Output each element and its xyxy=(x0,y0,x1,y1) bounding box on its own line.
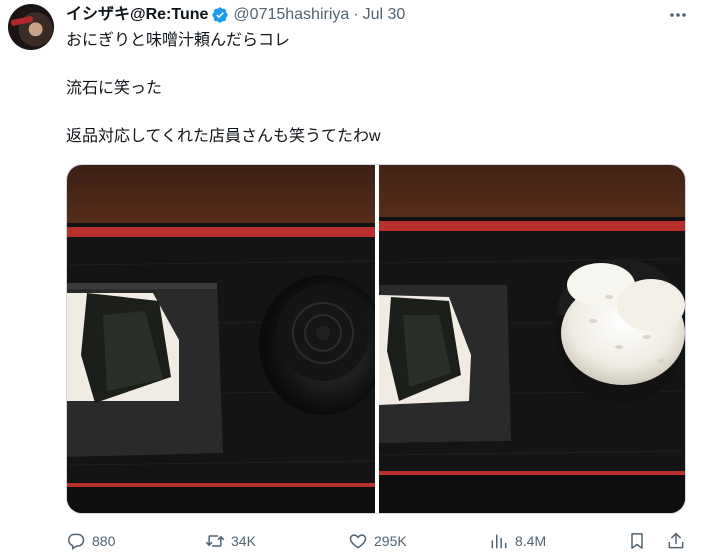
tweet-text-line: 返品対応してくれた店員さんも笑うてたわw xyxy=(66,128,381,145)
tweet-header: イシザキ@Re:Tune @0715hashiriya · Jul 30 xyxy=(66,4,405,26)
avatar[interactable] xyxy=(8,4,54,50)
user-handle[interactable]: @0715hashiriya xyxy=(233,4,349,26)
photo-onigiri-and-soup[interactable] xyxy=(67,165,375,513)
like-button[interactable]: 295K xyxy=(348,528,407,554)
share-icon xyxy=(668,532,684,549)
reply-count: 880 xyxy=(92,533,116,549)
tweet-media xyxy=(66,164,686,514)
display-name[interactable]: イシザキ@Re:Tune xyxy=(66,4,208,26)
tweet-text-line: おにぎりと味噌汁頼んだらコレ xyxy=(66,32,291,49)
reply-button[interactable]: 880 xyxy=(66,528,115,554)
verified-badge-icon[interactable] xyxy=(211,6,229,24)
views-icon xyxy=(491,534,507,549)
retweet-button[interactable]: 34K xyxy=(205,528,256,554)
avatar-detail xyxy=(10,15,34,27)
like-count: 295K xyxy=(374,533,407,549)
tweet-text-line: 流石に笑った xyxy=(66,80,163,97)
share-button[interactable] xyxy=(666,528,686,554)
views-count: 8.4M xyxy=(515,533,547,549)
more-icon[interactable] xyxy=(664,5,692,25)
reply-icon xyxy=(68,533,85,550)
retweet-count: 34K xyxy=(231,533,256,549)
tweet-date[interactable]: Jul 30 xyxy=(363,4,406,26)
separator: · xyxy=(353,6,359,23)
tweet: イシザキ@Re:Tune @0715hashiriya · Jul 30 おにぎ… xyxy=(0,0,706,558)
heart-icon xyxy=(349,534,367,549)
tweet-actions: 880 34K 295K 8.4M xyxy=(66,528,696,554)
views-button[interactable]: 8.4M xyxy=(489,528,546,554)
bookmark-icon xyxy=(631,533,643,549)
photo-onigiri-and-rice[interactable] xyxy=(379,165,685,513)
bookmark-button[interactable] xyxy=(627,528,647,554)
retweet-icon xyxy=(205,535,225,547)
